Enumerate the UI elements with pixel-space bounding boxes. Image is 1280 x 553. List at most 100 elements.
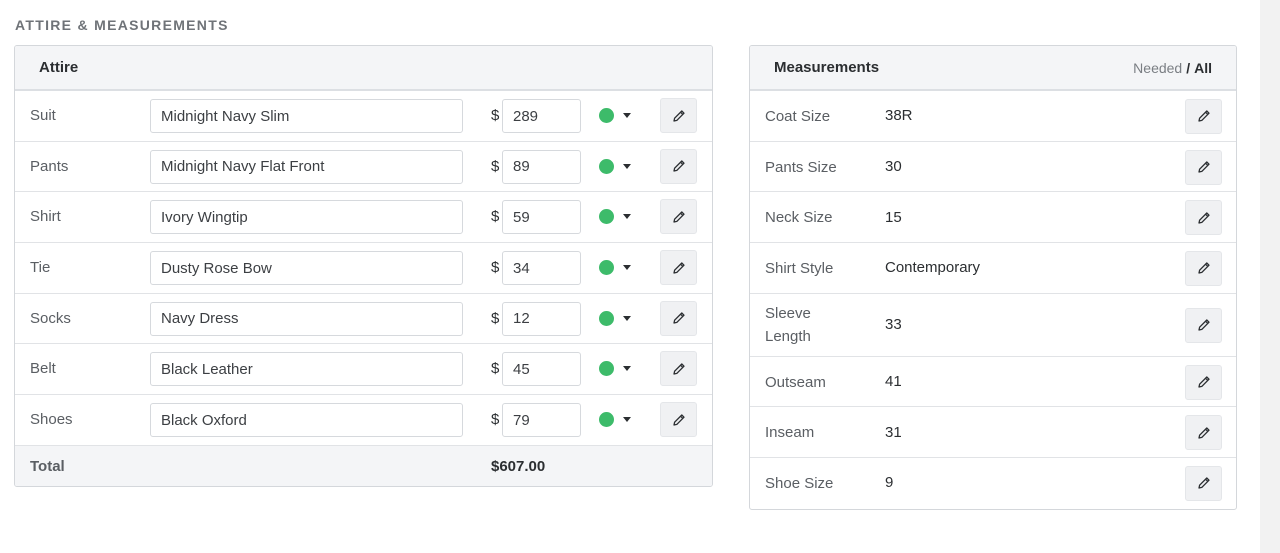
attire-item-price-input[interactable]	[502, 149, 581, 184]
edit-attire-button[interactable]	[660, 300, 697, 336]
currency-symbol: $	[491, 107, 500, 124]
attire-row-pants: Pants $	[15, 142, 712, 193]
attire-title: Attire	[39, 59, 79, 76]
total-row: Total $607.00	[15, 445, 712, 486]
measurement-value: 38R	[885, 107, 913, 125]
status-dropdown[interactable]	[599, 108, 635, 124]
measurement-label: Inseam	[765, 424, 815, 442]
measurements-title: Measurements	[774, 59, 880, 76]
status-dot-icon	[599, 209, 614, 225]
measurement-row-outseam: Outseam 41	[750, 357, 1236, 408]
attire-item-price-input[interactable]	[502, 301, 581, 336]
attire-header: Attire	[15, 46, 712, 91]
pencil-icon	[1196, 475, 1212, 491]
attire-item-price-input[interactable]	[502, 99, 581, 133]
measurement-row-sleeve-length: Sleeve Length 33	[750, 294, 1236, 357]
status-dot-icon	[599, 158, 614, 174]
filter-all-link[interactable]: All	[1194, 60, 1212, 76]
attire-item-name-input[interactable]	[150, 200, 463, 235]
measurement-row-coat-size: Coat Size 38R	[750, 91, 1236, 142]
attire-row-suit: Suit $	[15, 91, 712, 142]
measurements-header: Measurements Needed / All	[750, 46, 1236, 91]
status-dropdown[interactable]	[599, 412, 635, 428]
filter-separator: /	[1186, 59, 1191, 76]
caret-down-icon	[623, 315, 631, 321]
pencil-icon	[1196, 425, 1212, 441]
attire-row-belt: Belt $	[15, 344, 712, 396]
pencil-icon	[671, 108, 687, 124]
attire-row-socks: Socks $	[15, 294, 712, 345]
currency-symbol: $	[491, 309, 500, 327]
edit-measurement-button[interactable]	[1185, 415, 1222, 451]
measurement-value: 30	[885, 158, 902, 176]
attire-item-name-input[interactable]	[150, 403, 463, 438]
currency-symbol: $	[491, 411, 500, 429]
currency-symbol: $	[491, 259, 500, 277]
measurement-label: Sleeve Length	[765, 304, 811, 345]
pencil-icon	[1196, 108, 1212, 124]
measurements-list: Coat Size 38R Pants Size 30 Neck Size 15 Shirt…	[750, 91, 1236, 509]
edit-attire-button[interactable]	[660, 250, 697, 286]
attire-panel: Attire Suit$Pants$Shirt$Tie$Socks$Belt$S…	[14, 45, 713, 487]
status-dot-icon	[599, 310, 614, 326]
attire-item-price-input[interactable]	[502, 251, 581, 286]
edit-attire-button[interactable]	[660, 402, 697, 438]
measurements-filter: Needed / All	[1133, 60, 1212, 76]
edit-attire-button[interactable]	[660, 148, 697, 184]
attire-item-name-input[interactable]	[150, 99, 463, 133]
edit-attire-button[interactable]	[660, 98, 697, 133]
edit-measurement-button[interactable]	[1185, 98, 1222, 134]
attire-item-price-input[interactable]	[502, 352, 581, 387]
edit-measurement-button[interactable]	[1185, 200, 1222, 236]
edit-measurement-button[interactable]	[1185, 149, 1222, 185]
attire-item-label: Socks	[30, 309, 71, 327]
currency-symbol: $	[491, 360, 500, 378]
edit-measurement-button[interactable]	[1185, 307, 1222, 343]
status-dropdown[interactable]	[599, 361, 635, 377]
status-dropdown[interactable]	[599, 260, 635, 276]
measurement-label: Pants Size	[765, 158, 837, 176]
edit-attire-button[interactable]	[660, 351, 697, 387]
measurement-label: Outseam	[765, 373, 826, 391]
pencil-icon	[1196, 374, 1212, 390]
attire-item-label: Shoes	[30, 411, 73, 429]
pencil-icon	[1196, 317, 1212, 333]
measurement-row-neck-size: Neck Size 15	[750, 192, 1236, 244]
attire-item-price-input[interactable]	[502, 200, 581, 235]
measurement-row-shirt-style: Shirt Style Contemporary	[750, 243, 1236, 294]
scrollbar-track[interactable]	[1260, 0, 1280, 553]
measurement-value: 41	[885, 373, 902, 391]
edit-measurement-button[interactable]	[1185, 465, 1222, 501]
attire-item-price-input[interactable]	[502, 403, 581, 438]
attire-item-name-input[interactable]	[150, 149, 463, 184]
total-label: Total	[30, 457, 65, 475]
edit-measurement-button[interactable]	[1185, 250, 1222, 286]
attire-item-name-input[interactable]	[150, 301, 463, 336]
caret-down-icon	[623, 366, 631, 372]
status-dropdown[interactable]	[599, 158, 635, 175]
pencil-icon	[671, 209, 687, 225]
pencil-icon	[671, 310, 687, 326]
attire-row-shoes: Shoes $	[15, 395, 712, 446]
edit-measurement-button[interactable]	[1185, 364, 1222, 400]
measurement-value: Contemporary	[885, 259, 981, 277]
edit-attire-button[interactable]	[660, 199, 697, 235]
measurement-value: 31	[885, 423, 902, 441]
status-dropdown[interactable]	[599, 209, 635, 225]
status-dot-icon	[599, 260, 614, 276]
filter-needed-link[interactable]: Needed	[1133, 60, 1182, 76]
caret-down-icon	[623, 113, 631, 118]
attire-row-shirt: Shirt $	[15, 192, 712, 244]
attire-item-name-input[interactable]	[150, 352, 463, 387]
pencil-icon	[671, 260, 687, 276]
attire-item-label: Belt	[30, 360, 56, 378]
measurement-label: Shoe Size	[765, 475, 834, 493]
measurement-row-inseam: Inseam 31	[750, 407, 1236, 459]
status-dropdown[interactable]	[599, 310, 635, 327]
measurements-panel: Measurements Needed / All Coat Size 38R Pant…	[749, 45, 1237, 510]
caret-down-icon	[623, 265, 631, 271]
section-title: ATTIRE & MEASUREMENTS	[15, 17, 229, 33]
attire-item-name-input[interactable]	[150, 251, 463, 286]
attire-item-label: Suit	[30, 107, 56, 124]
pencil-icon	[1196, 260, 1212, 276]
